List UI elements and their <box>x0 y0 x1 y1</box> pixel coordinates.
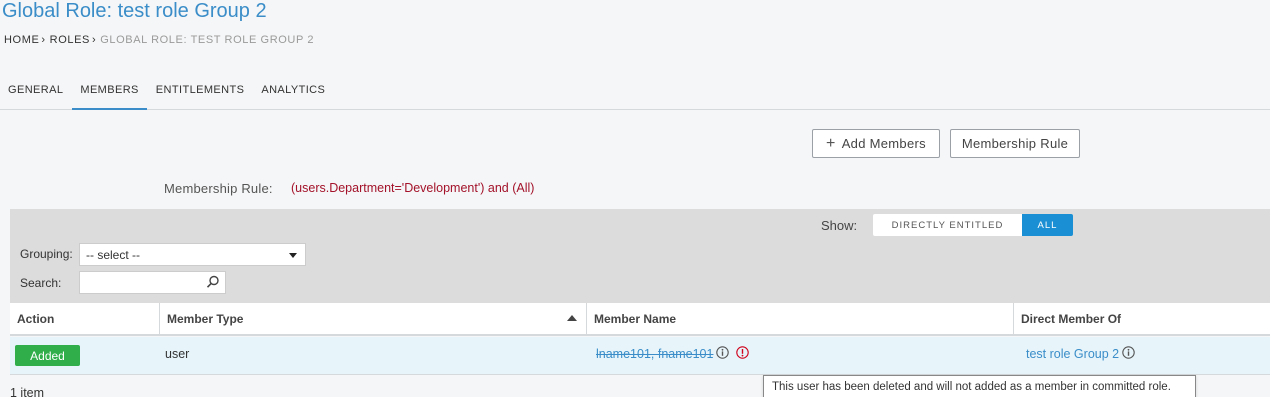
show-directly-entitled-option[interactable]: DIRECTLY ENTITLED <box>873 214 1022 236</box>
search-label: Search: <box>20 276 62 290</box>
tab-general[interactable]: GENERAL <box>0 74 71 110</box>
column-header-direct-member-of[interactable]: Direct Member Of <box>1014 303 1270 336</box>
direct-member-of-link[interactable]: test role Group 2 <box>1026 347 1119 361</box>
membership-rule-button[interactable]: Membership Rule <box>950 129 1080 158</box>
show-all-option[interactable]: ALL <box>1022 214 1073 236</box>
alert-icon[interactable] <box>736 346 750 362</box>
sort-ascending-icon <box>567 315 577 321</box>
column-header-member-type-label: Member Type <box>167 312 244 326</box>
chevron-right-icon: › <box>91 34 97 46</box>
column-header-member-type[interactable]: Member Type <box>160 303 587 336</box>
show-label: Show: <box>821 218 858 233</box>
search-box <box>79 271 226 294</box>
tab-analytics[interactable]: ANALYTICS <box>253 74 333 110</box>
deleted-user-tooltip: This user has been deleted and will not … <box>763 375 1196 397</box>
tab-bar: GENERAL MEMBERS ENTITLEMENTS ANALYTICS <box>0 74 1270 110</box>
breadcrumb-current: GLOBAL ROLE: TEST ROLE GROUP 2 <box>100 34 315 46</box>
info-icon[interactable] <box>716 346 730 362</box>
show-toggle: DIRECTLY ENTITLED ALL <box>873 214 1073 236</box>
tab-members[interactable]: MEMBERS <box>72 74 147 110</box>
grouping-select[interactable]: -- select -- <box>79 243 306 266</box>
search-icon[interactable] <box>206 275 220 294</box>
added-status-badge: Added <box>15 345 80 366</box>
grouping-selected-value: -- select -- <box>86 248 140 262</box>
member-name-cell: lname101, fname101 <box>596 346 750 362</box>
breadcrumb-home[interactable]: HOME <box>4 34 39 46</box>
plus-icon: + <box>826 134 836 152</box>
member-type-cell: user <box>165 347 190 361</box>
table-header: Action Member Type Member Name Direct Me… <box>10 303 1270 336</box>
info-icon[interactable] <box>1122 346 1135 362</box>
member-name-link[interactable]: lname101, fname101 <box>596 347 713 361</box>
column-header-member-name[interactable]: Member Name <box>587 303 1014 336</box>
search-input[interactable] <box>80 272 200 293</box>
membership-rule-label: Membership Rule: <box>164 181 273 196</box>
add-members-label: Add Members <box>841 136 926 151</box>
chevron-right-icon: › <box>41 34 46 46</box>
caret-down-icon <box>289 253 297 258</box>
add-members-button[interactable]: + Add Members <box>812 129 940 158</box>
breadcrumb-roles[interactable]: ROLES <box>50 34 90 46</box>
item-count: 1 item <box>10 386 45 397</box>
breadcrumb: HOME › ROLES › GLOBAL ROLE: TEST ROLE GR… <box>4 34 314 46</box>
table-row: Added user lname101, fname101 test role … <box>10 337 1270 375</box>
membership-rule-value: (users.Department='Development') and (Al… <box>291 181 535 195</box>
grouping-label: Grouping: <box>20 247 73 261</box>
tab-entitlements[interactable]: ENTITLEMENTS <box>148 74 253 110</box>
direct-member-of-cell: test role Group 2 <box>1026 346 1135 362</box>
page-title: Global Role: test role Group 2 <box>2 0 267 22</box>
column-header-action[interactable]: Action <box>10 303 160 336</box>
